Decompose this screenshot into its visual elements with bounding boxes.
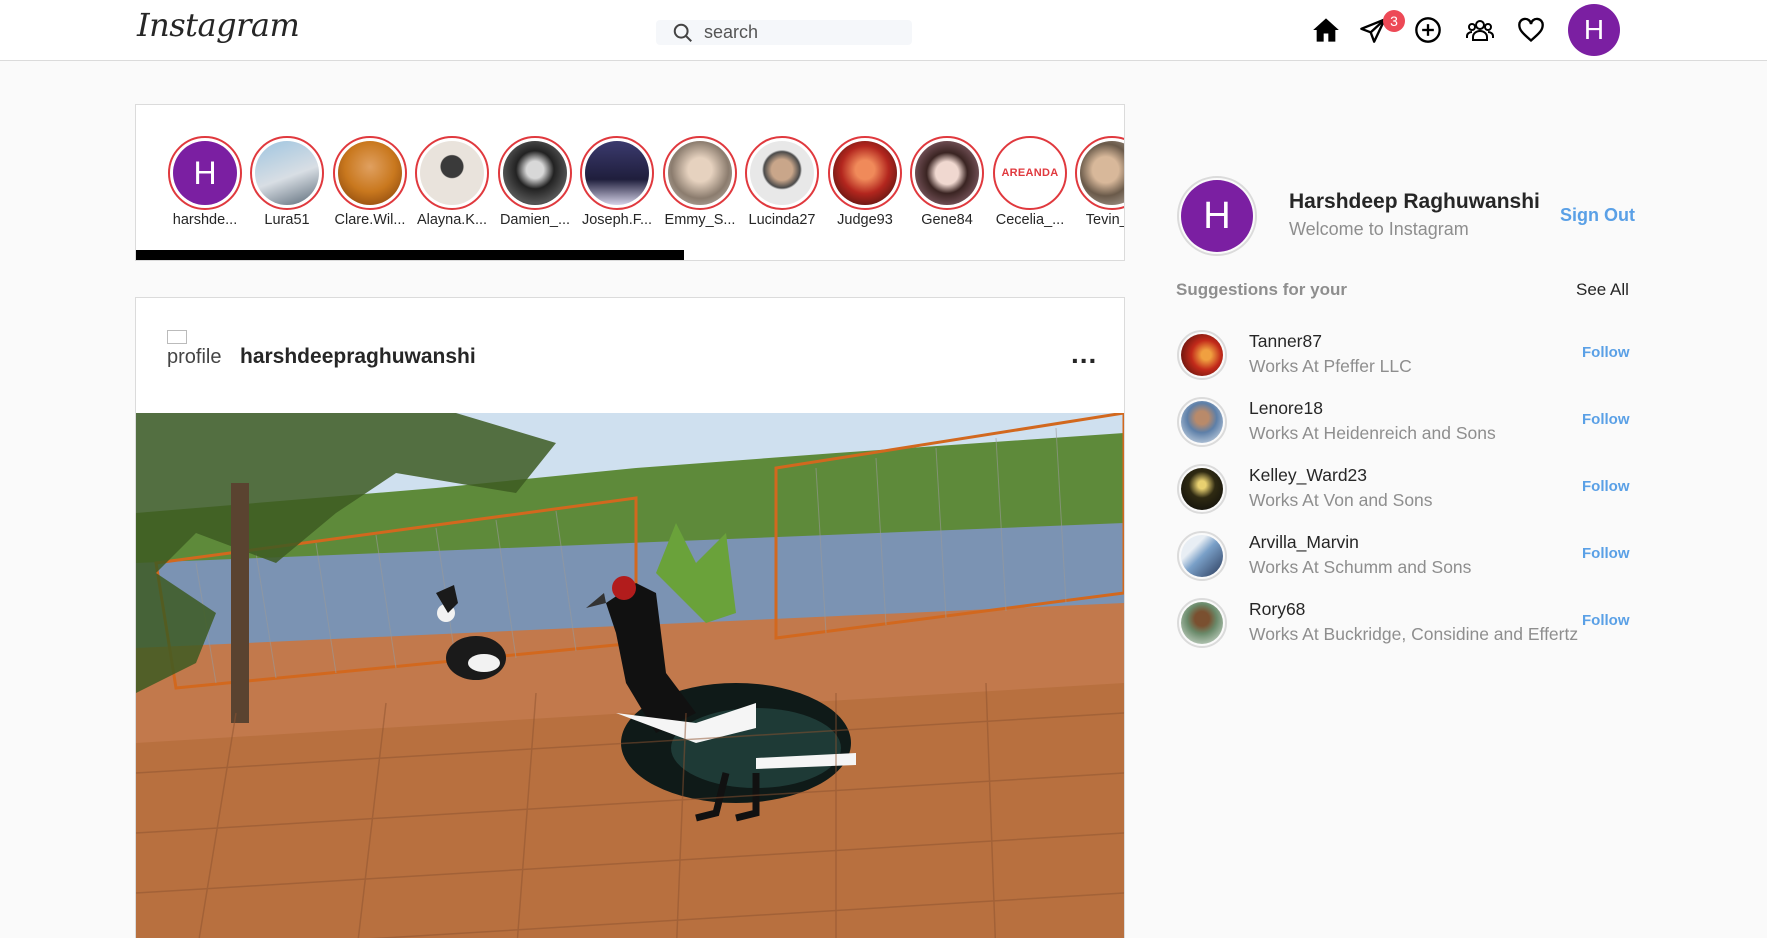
home-icon[interactable] — [1310, 14, 1342, 46]
suggestion-item: Kelley_Ward23 Works At Von and Sons Foll… — [1177, 462, 1637, 518]
more-options-icon[interactable]: ... — [1071, 338, 1097, 370]
sign-out-button[interactable]: Sign Out — [1560, 205, 1635, 226]
suggestion-item: Rory68 Works At Buckridge, Considine and… — [1177, 596, 1637, 652]
post-username[interactable]: harshdeepraghuwanshi — [240, 345, 476, 369]
story-item[interactable]: Gene84 — [910, 136, 984, 228]
story-username: Damien_... — [499, 212, 571, 228]
suggestion-avatar[interactable] — [1177, 330, 1227, 380]
user-avatar[interactable]: H — [1568, 4, 1620, 56]
suggestion-workplace: Works At Schumm and Sons — [1249, 557, 1472, 577]
follow-button[interactable]: Follow — [1582, 344, 1630, 361]
story-avatar — [585, 141, 649, 205]
story-item[interactable]: Damien_... — [498, 136, 572, 228]
story-avatar — [915, 141, 979, 205]
story-avatar: H — [173, 141, 237, 205]
story-item[interactable]: Alayna.K... — [415, 136, 489, 228]
suggestion-workplace: Works At Pfeffer LLC — [1249, 356, 1412, 376]
story-item[interactable]: Tevin_D — [1075, 136, 1124, 228]
suggestion-avatar[interactable] — [1177, 531, 1227, 581]
story-item[interactable]: H harshde... — [168, 136, 242, 228]
follow-button[interactable]: Follow — [1582, 411, 1630, 428]
instagram-logo[interactable]: Instagram — [137, 6, 300, 44]
story-avatar — [1080, 141, 1124, 205]
stories-bar: H harshde... Lura51 Clare.Wil... Alayna.… — [135, 104, 1125, 261]
top-navbar: Instagram 3 H — [0, 0, 1767, 61]
broken-image-icon — [167, 330, 187, 344]
new-post-icon[interactable] — [1412, 14, 1444, 46]
post-photo[interactable] — [136, 413, 1124, 938]
stories-scrollbar[interactable] — [136, 250, 684, 260]
story-item[interactable]: Lucinda27 — [745, 136, 819, 228]
profile-name[interactable]: Harshdeep Raghuwanshi — [1289, 190, 1540, 214]
suggestion-username[interactable]: Arvilla_Marvin — [1249, 532, 1359, 553]
search-box[interactable] — [656, 20, 912, 45]
suggestion-avatar[interactable] — [1177, 464, 1227, 514]
story-username: harshde... — [172, 212, 238, 228]
follow-button[interactable]: Follow — [1582, 478, 1630, 495]
suggestion-item: Arvilla_Marvin Works At Schumm and Sons … — [1177, 529, 1637, 585]
suggestion-username[interactable]: Rory68 — [1249, 599, 1305, 620]
suggestion-username[interactable]: Lenore18 — [1249, 398, 1323, 419]
story-item[interactable]: Judge93 — [828, 136, 902, 228]
story-username: Cecelia_... — [995, 212, 1065, 228]
story-avatar: AREANDA — [998, 141, 1062, 205]
story-item[interactable]: Lura51 — [250, 136, 324, 228]
story-avatar — [255, 141, 319, 205]
suggestions-title: Suggestions for your — [1176, 280, 1347, 299]
story-username: Judge93 — [837, 212, 893, 228]
follow-button[interactable]: Follow — [1582, 545, 1630, 562]
suggestion-workplace: Works At Heidenreich and Sons — [1249, 423, 1496, 443]
messages-badge: 3 — [1383, 10, 1405, 32]
story-item[interactable]: Joseph.F... — [580, 136, 654, 228]
explore-people-icon[interactable] — [1464, 14, 1496, 46]
story-username: Emmy_S... — [664, 212, 736, 228]
search-input[interactable] — [704, 22, 894, 43]
suggestion-workplace: Works At Von and Sons — [1249, 490, 1433, 510]
story-avatar — [750, 141, 814, 205]
suggestion-avatar[interactable] — [1177, 397, 1227, 447]
search-icon — [673, 23, 692, 42]
suggestion-avatar[interactable] — [1177, 598, 1227, 648]
story-avatar — [503, 141, 567, 205]
profile-subtitle: Welcome to Instagram — [1289, 219, 1469, 239]
story-username: Lura51 — [264, 212, 310, 228]
story-username: Tevin_D — [1085, 212, 1124, 228]
story-item[interactable]: Emmy_S... — [663, 136, 737, 228]
post-profile-image[interactable]: profile — [167, 330, 227, 380]
story-username: Lucinda27 — [748, 212, 816, 228]
story-avatar — [668, 141, 732, 205]
story-avatar — [420, 141, 484, 205]
suggestion-item: Lenore18 Works At Heidenreich and Sons F… — [1177, 395, 1637, 451]
story-username: Alayna.K... — [416, 212, 488, 228]
story-item[interactable]: AREANDA Cecelia_... — [993, 136, 1067, 228]
see-all-link[interactable]: See All — [1576, 280, 1629, 300]
heart-icon[interactable] — [1515, 14, 1547, 46]
post-profile-alt-text: profile — [167, 346, 222, 368]
suggestion-workplace: Works At Buckridge, Considine and Effert… — [1249, 624, 1579, 644]
story-avatar — [338, 141, 402, 205]
profile-avatar[interactable]: H — [1177, 176, 1257, 256]
feed-post: profile harshdeepraghuwanshi ... — [135, 297, 1125, 938]
profile-avatar-letter: H — [1181, 180, 1253, 252]
story-logo-text: AREANDA — [1001, 167, 1059, 179]
follow-button[interactable]: Follow — [1582, 612, 1630, 629]
post-header: profile harshdeepraghuwanshi ... — [136, 298, 1124, 413]
story-username: Clare.Wil... — [334, 212, 406, 228]
story-avatar — [833, 141, 897, 205]
story-username: Gene84 — [921, 212, 973, 228]
suggestion-username[interactable]: Tanner87 — [1249, 331, 1322, 352]
suggestion-item: Tanner87 Works At Pfeffer LLC Follow — [1177, 328, 1637, 384]
profile-card: H Harshdeep Raghuwanshi Welcome to Insta… — [1177, 176, 1637, 256]
story-item[interactable]: Clare.Wil... — [333, 136, 407, 228]
story-username: Joseph.F... — [581, 212, 653, 228]
suggestion-username[interactable]: Kelley_Ward23 — [1249, 465, 1367, 486]
